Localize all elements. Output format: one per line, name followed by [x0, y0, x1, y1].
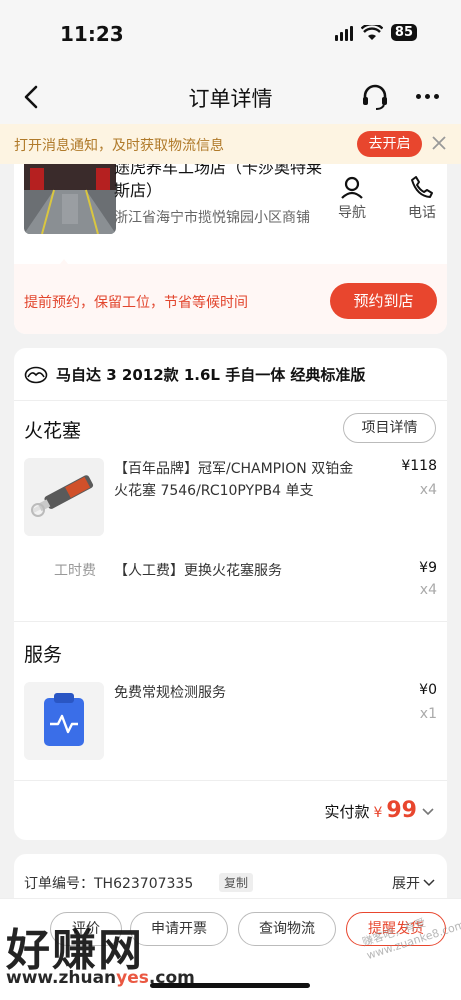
notification-bar: 打开消息通知，及时获取物流信息 去开启 [0, 124, 461, 164]
shop-name[interactable]: 途虎养车工场店（卡莎奥特莱斯店） [114, 164, 324, 202]
order-card: 马自达 3 2012款 1.6L 手自一体 经典标准版 火花塞 项目详情 【百年… [14, 348, 447, 840]
page-title: 订单详情 [188, 87, 273, 111]
total-amount: 99 [386, 798, 417, 823]
battery-icon: 85 [390, 24, 417, 41]
book-visit-button[interactable]: 预约到店 [330, 283, 437, 319]
home-indicator [150, 983, 310, 988]
service-quantity: x1 [419, 706, 437, 722]
product-image[interactable] [24, 458, 104, 536]
wifi-icon [360, 24, 383, 40]
project-detail-button[interactable]: 项目详情 [343, 413, 436, 443]
shop-photo[interactable] [24, 164, 116, 234]
total-label: 实付款 [324, 803, 370, 821]
currency-symbol: ¥ [373, 805, 383, 821]
status-bar: 11:23 85 [0, 0, 461, 70]
expand-label: 展开 [392, 876, 420, 892]
navigate-button[interactable]: 导航 [332, 174, 372, 222]
service-name[interactable]: 免费常规检测服务 [114, 682, 364, 704]
copy-button[interactable]: 复制 [219, 873, 254, 892]
shop-address: 浙江省海宁市揽悦锦园小区商铺 [114, 210, 310, 226]
navigate-label: 导航 [338, 205, 366, 221]
section-title-service: 服务 [24, 644, 63, 666]
chevron-down-icon [422, 808, 434, 816]
labor-price: ¥9 [419, 560, 437, 576]
close-icon[interactable] [430, 134, 448, 152]
bottom-action-bar: 评价 申请开票 查询物流 提醒发货 [0, 898, 461, 1000]
shop-card: 途虎养车工场店（卡莎奥特莱斯店） 浙江省海宁市揽悦锦园小区商铺 导航 电话 提前… [14, 164, 447, 334]
pointer-arrow [56, 259, 72, 269]
more-icon[interactable] [416, 94, 439, 99]
product-name[interactable]: 【百年品牌】冠军/CHAMPION 双铂金火花塞 7546/RC10PYPB4 … [114, 458, 364, 502]
track-shipping-button[interactable]: 查询物流 [238, 912, 336, 946]
product-price: ¥118 [401, 458, 437, 474]
navigation-icon [341, 176, 363, 199]
labor-quantity: x4 [419, 582, 437, 598]
nav-bar: 订单详情 [0, 70, 461, 124]
car-model: 马自达 3 2012款 1.6L 手自一体 经典标准版 [56, 366, 366, 384]
service-price: ¥0 [419, 682, 437, 698]
status-icons: 85 [334, 24, 417, 41]
remind-shipping-button[interactable]: 提醒发货 [346, 912, 446, 946]
service-image[interactable] [24, 682, 104, 760]
phone-button[interactable]: 电话 [402, 174, 442, 222]
product-quantity: x4 [419, 482, 437, 498]
notification-text: 打开消息通知，及时获取物流信息 [14, 138, 224, 154]
divider [14, 621, 447, 622]
mazda-logo-icon [24, 366, 48, 383]
divider [14, 780, 447, 781]
enable-notification-button[interactable]: 去开启 [357, 131, 422, 157]
expand-button[interactable]: 展开 [392, 873, 435, 893]
labor-fee-label: 工时费 [54, 563, 96, 579]
total-payment[interactable]: 实付款 ¥ 99 [324, 798, 435, 823]
clipboard-icon [24, 682, 104, 760]
review-button[interactable]: 评价 [50, 912, 122, 946]
section-title-spark-plug: 火花塞 [24, 420, 82, 442]
phone-label: 电话 [408, 205, 436, 221]
chevron-down-icon [423, 879, 435, 887]
divider [14, 400, 447, 401]
phone-icon [411, 176, 433, 198]
signal-icon [334, 25, 353, 41]
apply-invoice-button[interactable]: 申请开票 [130, 912, 228, 946]
labor-name: 【人工费】更换火花塞服务 [114, 563, 282, 579]
customer-service-icon[interactable] [360, 82, 390, 112]
order-number: 订单编号：TH623707335 [24, 876, 194, 892]
booking-promo-text: 提前预约，保留工位，节省等候时间 [24, 295, 248, 311]
car-info: 马自达 3 2012款 1.6L 手自一体 经典标准版 [24, 364, 365, 385]
status-time: 11:23 [60, 22, 124, 46]
